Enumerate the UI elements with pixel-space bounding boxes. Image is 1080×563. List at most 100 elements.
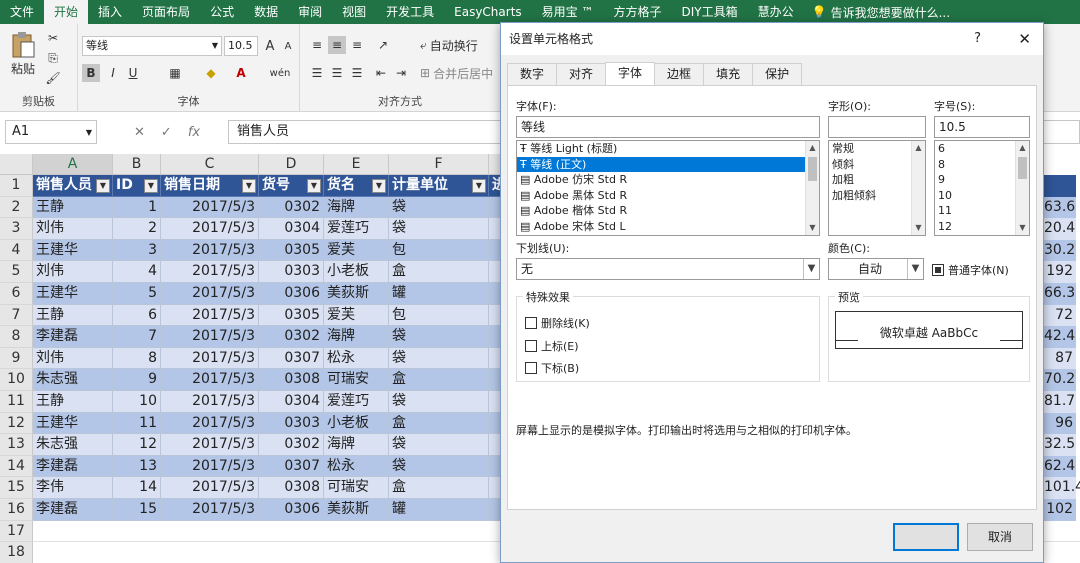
table-cell[interactable]: 可瑞安 bbox=[324, 369, 389, 391]
row-header[interactable]: 6 bbox=[0, 283, 33, 305]
table-cell[interactable]: 刘伟 bbox=[33, 347, 113, 370]
align-bottom-icon[interactable]: ≡ bbox=[348, 36, 366, 54]
table-cell[interactable]: 4 bbox=[113, 261, 161, 283]
subscript-checkbox[interactable]: 下标(B) bbox=[525, 360, 579, 376]
table-cell[interactable]: 海牌 bbox=[324, 196, 389, 219]
table-cell[interactable]: 2017/5/3 bbox=[161, 391, 259, 413]
table-cell[interactable]: 袋 bbox=[389, 347, 489, 370]
dialog-tab[interactable]: 填充 bbox=[703, 63, 754, 85]
table-cell[interactable]: 2017/5/3 bbox=[161, 326, 259, 348]
table-cell[interactable]: 小老板 bbox=[324, 412, 389, 435]
table-cell-right[interactable]: 102 bbox=[1044, 499, 1076, 521]
scroll-up-icon[interactable]: ▲ bbox=[1016, 141, 1029, 155]
table-cell[interactable]: 0305 bbox=[259, 239, 324, 262]
column-header[interactable]: B bbox=[113, 154, 161, 175]
table-cell-right[interactable]: 101.4 bbox=[1044, 477, 1080, 499]
filter-dropdown-icon[interactable]: ▼ bbox=[372, 179, 386, 193]
row-header[interactable]: 7 bbox=[0, 304, 33, 327]
table-cell[interactable]: 刘伟 bbox=[33, 218, 113, 240]
column-header[interactable]: D bbox=[259, 154, 324, 175]
cancel-button[interactable]: 取消 bbox=[967, 523, 1033, 551]
table-cell[interactable]: 2017/5/3 bbox=[161, 434, 259, 456]
table-cell[interactable]: 美荻斯 bbox=[324, 283, 389, 305]
table-cell[interactable]: 2017/5/3 bbox=[161, 239, 259, 262]
strikethrough-checkbox[interactable]: 删除线(K) bbox=[525, 315, 590, 331]
table-cell[interactable]: 0306 bbox=[259, 283, 324, 305]
table-cell[interactable]: 2017/5/3 bbox=[161, 455, 259, 478]
table-cell[interactable]: 10 bbox=[113, 391, 161, 413]
table-cell[interactable]: 0307 bbox=[259, 347, 324, 370]
table-cell[interactable]: 盒 bbox=[389, 369, 489, 391]
normal-font-checkbox[interactable]: 普通字体(N) bbox=[932, 262, 1009, 278]
table-cell[interactable]: 小老板 bbox=[324, 261, 389, 283]
column-header[interactable]: E bbox=[324, 154, 389, 175]
table-cell[interactable]: 袋 bbox=[389, 455, 489, 478]
ribbon-tab[interactable]: 易用宝 ™ bbox=[532, 0, 604, 24]
table-cell[interactable]: 海牌 bbox=[324, 434, 389, 456]
ribbon-tab[interactable]: DIY工具箱 bbox=[672, 0, 748, 24]
table-cell[interactable]: 3 bbox=[113, 239, 161, 262]
font-list-scrollbar[interactable]: ▲ ▼ bbox=[805, 141, 819, 235]
ribbon-tab[interactable]: EasyCharts bbox=[444, 0, 532, 24]
table-cell[interactable]: 罐 bbox=[389, 283, 489, 305]
table-cell[interactable]: 0307 bbox=[259, 455, 324, 478]
table-cell[interactable]: 2017/5/3 bbox=[161, 261, 259, 283]
cut-icon[interactable]: ✂ bbox=[44, 30, 62, 46]
table-cell[interactable]: 0302 bbox=[259, 196, 324, 219]
cancel-icon[interactable]: ✕ bbox=[134, 125, 145, 140]
ribbon-tab[interactable]: 审阅 bbox=[288, 0, 332, 24]
list-item[interactable]: ▤ Adobe 宋体 Std L bbox=[517, 219, 805, 235]
ribbon-tab[interactable]: 公式 bbox=[200, 0, 244, 24]
table-cell[interactable]: 朱志强 bbox=[33, 434, 113, 456]
style-list[interactable]: 常规 倾斜 加粗 加粗倾斜 ▲ ▼ bbox=[828, 140, 926, 236]
align-right-icon[interactable]: ☰ bbox=[348, 64, 366, 82]
scroll-down-icon[interactable]: ▼ bbox=[806, 221, 819, 235]
table-cell[interactable]: 王建华 bbox=[33, 412, 113, 435]
list-item[interactable]: 加粗倾斜 bbox=[829, 188, 911, 204]
table-cell[interactable]: 爱芙 bbox=[324, 304, 389, 327]
ok-button[interactable] bbox=[893, 523, 959, 551]
table-cell[interactable]: 王静 bbox=[33, 391, 113, 413]
color-dropdown[interactable]: 自动 ▼ bbox=[828, 258, 924, 280]
column-header[interactable]: C bbox=[161, 154, 259, 175]
scroll-down-icon[interactable]: ▼ bbox=[912, 221, 925, 235]
table-cell-right[interactable]: 20.4 bbox=[1044, 218, 1076, 240]
ribbon-tab[interactable]: 开发工具 bbox=[376, 0, 444, 24]
filter-dropdown-icon[interactable]: ▼ bbox=[96, 179, 110, 193]
ribbon-tab[interactable]: 插入 bbox=[88, 0, 132, 24]
list-item[interactable]: 倾斜 bbox=[829, 157, 911, 173]
row-header[interactable]: 12 bbox=[0, 412, 33, 435]
help-button[interactable]: ? bbox=[974, 23, 981, 55]
list-item[interactable]: 常规 bbox=[829, 141, 911, 157]
select-all-corner[interactable] bbox=[0, 154, 33, 175]
table-cell[interactable]: 0304 bbox=[259, 391, 324, 413]
table-cell[interactable]: 包 bbox=[389, 239, 489, 262]
table-cell[interactable]: 6 bbox=[113, 304, 161, 327]
size-list[interactable]: 6 8 9 10 11 12 ▲ ▼ bbox=[934, 140, 1030, 236]
table-cell[interactable]: 盒 bbox=[389, 412, 489, 435]
scroll-up-icon[interactable]: ▲ bbox=[912, 141, 925, 155]
align-middle-icon[interactable]: ≡ bbox=[328, 36, 346, 54]
table-cell[interactable]: 12 bbox=[113, 434, 161, 456]
list-item[interactable]: Ŧ 等线 (正文) bbox=[517, 156, 805, 172]
table-cell[interactable]: 朱志强 bbox=[33, 369, 113, 391]
dialog-tab[interactable]: 边框 bbox=[654, 63, 705, 85]
table-cell-right[interactable]: 63.6 bbox=[1044, 196, 1076, 219]
grow-font-button[interactable]: A bbox=[262, 36, 278, 56]
row-header[interactable]: 9 bbox=[0, 347, 33, 370]
table-cell[interactable]: 可瑞安 bbox=[324, 477, 389, 499]
dialog-tab[interactable]: 字体 bbox=[605, 62, 656, 85]
size-list-scrollbar[interactable]: ▲ ▼ bbox=[1015, 141, 1029, 235]
row-header[interactable]: 8 bbox=[0, 326, 33, 348]
header-cell[interactable]: 货名 ▼ bbox=[324, 175, 389, 197]
close-icon[interactable]: ✕ bbox=[1018, 23, 1031, 55]
table-cell-right[interactable]: 87 bbox=[1044, 347, 1076, 370]
wrap-text-button[interactable]: ⤶ 自动换行 bbox=[420, 36, 500, 54]
merge-center-button[interactable]: ⊞ 合并后居中 bbox=[420, 64, 500, 82]
list-item[interactable]: ▤ Adobe 仿宋 Std R bbox=[517, 172, 805, 188]
filter-dropdown-icon[interactable]: ▼ bbox=[242, 179, 256, 193]
list-item[interactable]: 加粗 bbox=[829, 172, 911, 188]
table-cell[interactable]: 袋 bbox=[389, 218, 489, 240]
table-cell[interactable]: 11 bbox=[113, 412, 161, 435]
list-item[interactable]: 12 bbox=[935, 219, 1015, 235]
